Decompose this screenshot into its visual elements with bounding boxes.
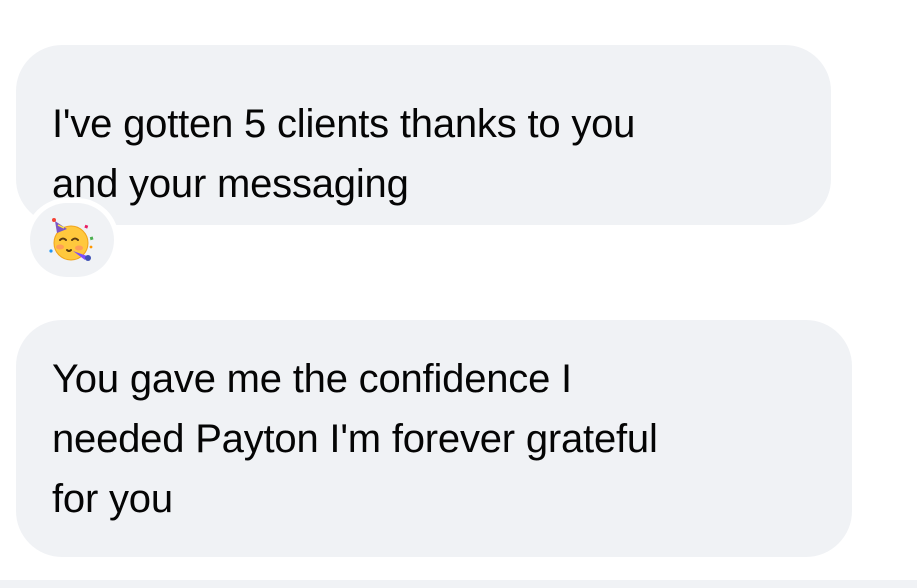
composer-divider [0,580,917,588]
message-bubble[interactable]: You gave me the confidence I needed Payt… [16,320,852,557]
message-bubble[interactable]: I've gotten 5 clients thanks to you and … [16,45,831,225]
message-text: I've gotten 5 clients thanks to you and … [52,102,636,206]
message-text: You gave me the confidence I needed Payt… [52,357,658,521]
message-thread: I've gotten 5 clients thanks to you and … [0,0,917,588]
partying-face-emoji-icon [49,218,94,261]
message-reaction[interactable] [30,203,114,277]
